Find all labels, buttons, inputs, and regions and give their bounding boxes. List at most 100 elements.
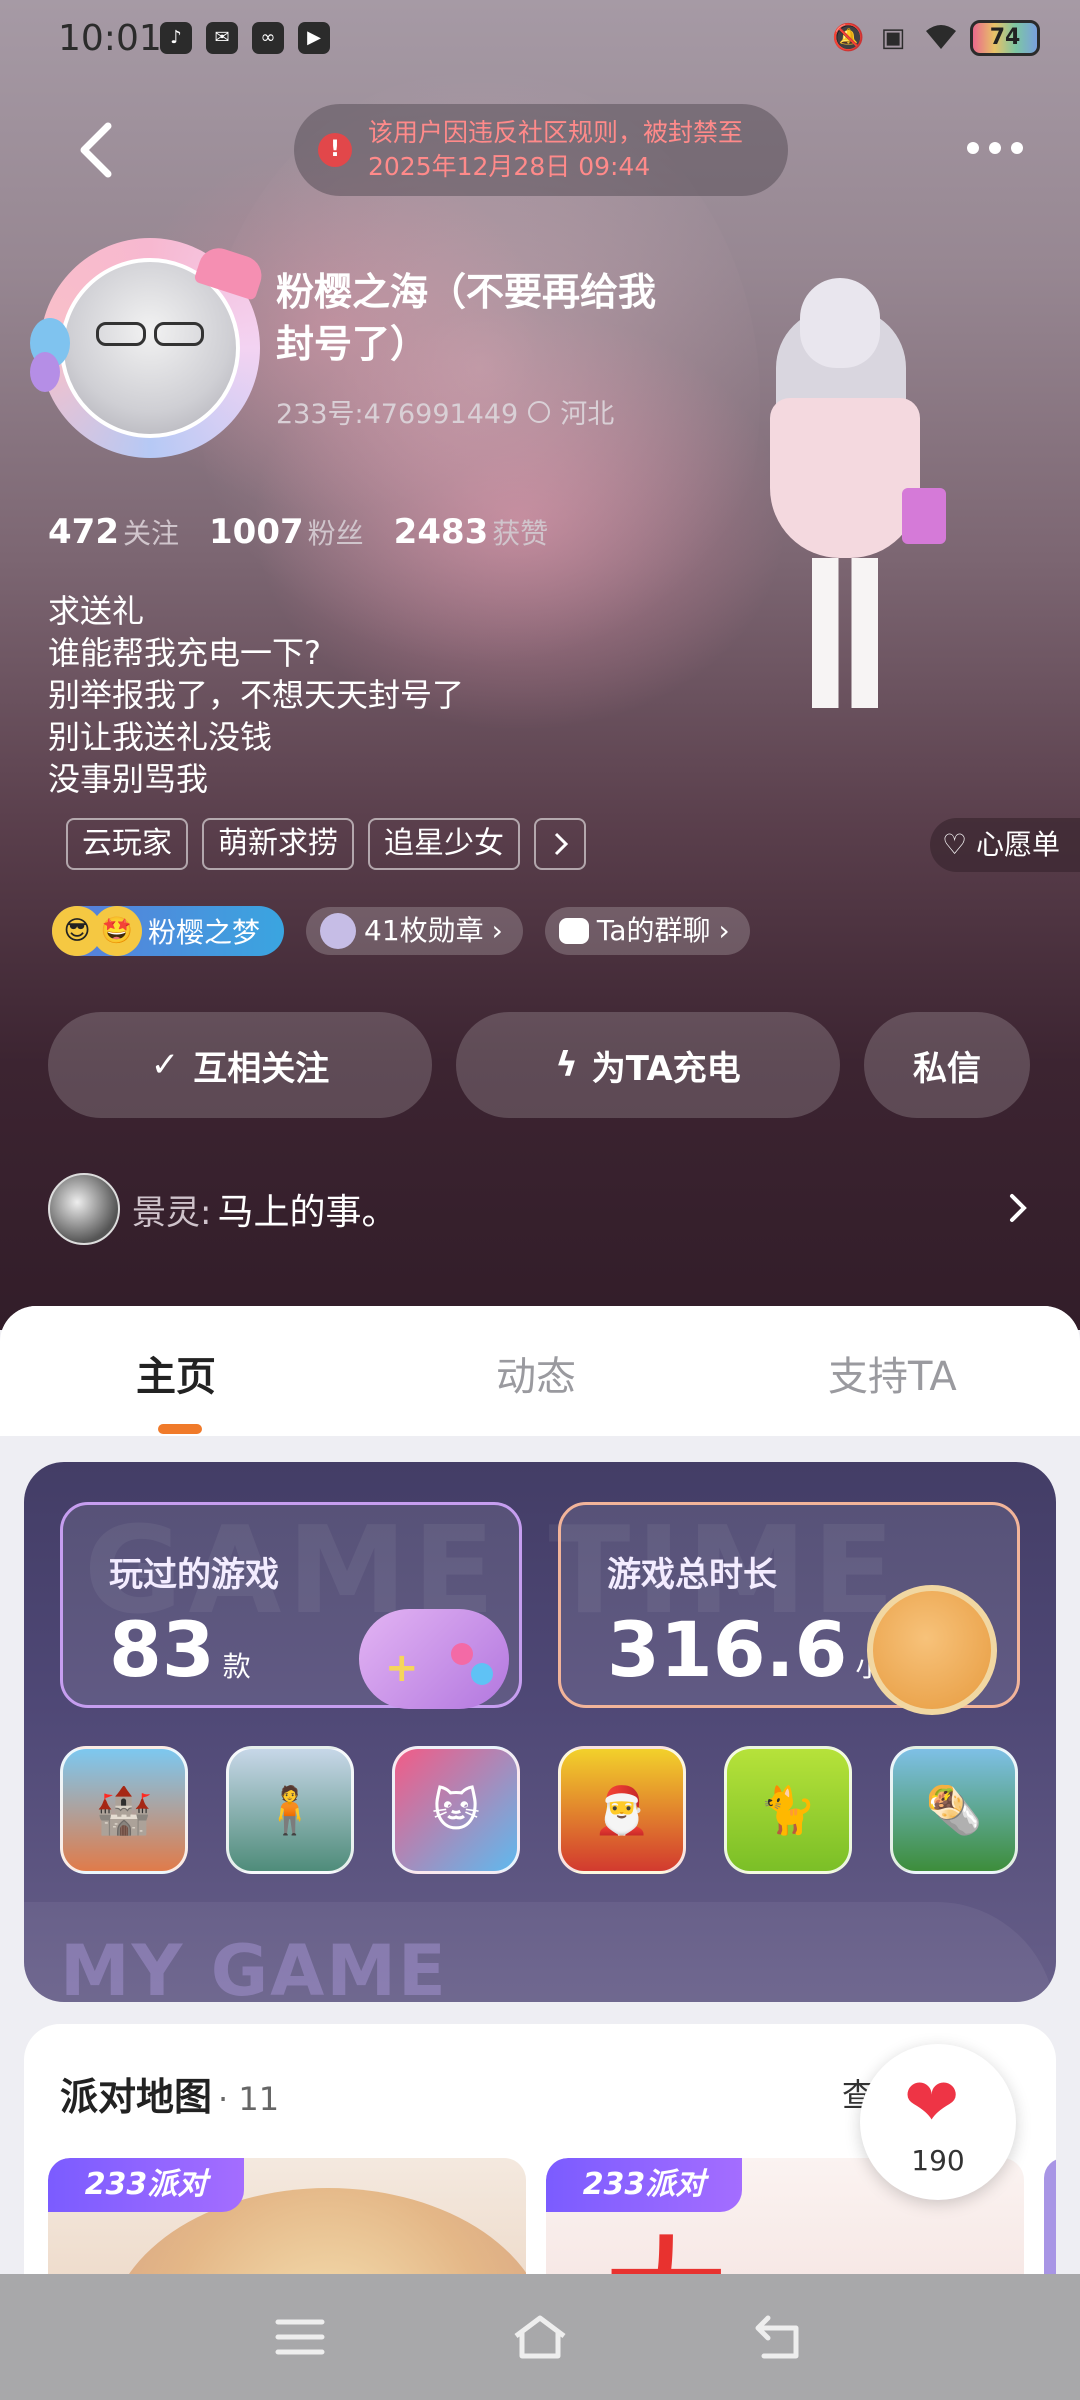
bio-line: 求送礼: [48, 592, 145, 630]
tab-bar: 主页 动态 支持TA: [0, 1306, 1080, 1436]
play-time-number: 316.6: [607, 1605, 848, 1694]
played-games-title: 玩过的游戏: [109, 1555, 279, 1595]
private-message-button[interactable]: 私信: [864, 1012, 1030, 1118]
gamepad-icon: +: [359, 1609, 509, 1709]
tag[interactable]: 追星少女: [368, 818, 520, 870]
mail-icon: ✉: [206, 22, 238, 54]
game-icon-anime-girl[interactable]: 🧍: [226, 1746, 354, 1874]
wishlist-button[interactable]: ♡ 心愿单: [930, 818, 1080, 872]
chat-icon: [558, 918, 589, 944]
status-time: 10:01: [58, 18, 162, 59]
tab-home[interactable]: 主页: [136, 1344, 216, 1402]
location-icon: [528, 400, 551, 423]
glasses-icon: [96, 322, 146, 346]
medals-button[interactable]: 41枚勋章 ›: [306, 907, 523, 955]
gamepad-button-icon: [471, 1663, 493, 1685]
tag[interactable]: 云玩家: [66, 818, 188, 870]
mutual-follow-button[interactable]: ✓ 互相关注: [48, 1012, 432, 1118]
game-icon-town[interactable]: 🏰: [60, 1746, 188, 1874]
back-button[interactable]: [70, 118, 126, 182]
content-area: 主页 动态 支持TA GAME TIME MY GAME 玩过的游戏 83 款 +…: [0, 1306, 1080, 2400]
more-dot-icon: [967, 142, 979, 154]
media-icon: ▶: [298, 22, 330, 54]
character-legs: [812, 558, 878, 708]
commenter-name: 景灵:: [132, 1192, 212, 1233]
home-icon[interactable]: [510, 2312, 570, 2362]
ban-notice: ! 该用户因违反社区规则，被封禁至 2025年12月28日 09:44: [294, 104, 788, 196]
played-count-value: 83: [109, 1605, 215, 1694]
system-nav-bar: [0, 2274, 1080, 2400]
group-chat-label: Ta的群聊: [596, 914, 711, 947]
stat-likes[interactable]: 2483 获赞: [394, 512, 549, 552]
uid-row: 233号:476991449 河北: [276, 392, 614, 431]
stat-label: 粉丝: [307, 517, 364, 550]
played-games-list: 🏰 🧍 🐱 🎅 🐈 🌯: [60, 1746, 1018, 1874]
party-map-title: 派对地图 · 11: [60, 2066, 279, 2121]
play-time-box[interactable]: 游戏总时长 316.6小时: [558, 1502, 1020, 1715]
tab-support[interactable]: 支持TA: [828, 1344, 957, 1402]
tag-list: 云玩家 萌新求捞 追星少女: [66, 818, 586, 870]
wishlist-label: 心愿单: [976, 828, 1061, 861]
bio: 求送礼 谁能帮我充电一下? 别举报我了，不想天天封号了 别让我送礼没钱 没事别骂…: [48, 590, 464, 800]
gift-icon: [902, 488, 946, 544]
more-options-button[interactable]: [960, 126, 1030, 170]
fan-badge-label: 粉樱之梦: [148, 916, 261, 949]
stat-label: 获赞: [492, 517, 549, 550]
star-eyes-emoji-icon: 🤩: [92, 906, 142, 956]
heart-icon: ❤: [904, 2064, 960, 2141]
nickname: 粉樱之海（不要再给我封号了）: [276, 270, 657, 366]
no-sim-icon: ▣: [880, 23, 906, 53]
play-time-title: 游戏总时长: [607, 1555, 777, 1595]
game-icon-talking-angela-2[interactable]: 🐱: [392, 1746, 520, 1874]
played-games-box[interactable]: 玩过的游戏 83 款 +: [60, 1502, 522, 1709]
warning-icon: !: [318, 133, 352, 167]
stat-value: 1007: [209, 512, 304, 552]
status-system-icons: 🔕 ▣ 74: [832, 20, 1040, 56]
chevron-right-icon: ›: [718, 914, 730, 947]
lightning-icon: ϟ: [555, 1045, 578, 1085]
charge-button[interactable]: ϟ 为TA充电: [456, 1012, 840, 1118]
my-game-watermark: MY GAME: [60, 1930, 448, 2002]
more-dot-icon: [1011, 142, 1023, 154]
avatar[interactable]: [30, 232, 267, 460]
bio-line: 别让我送礼没钱: [48, 718, 273, 756]
like-button[interactable]: ❤ 190: [860, 2044, 1016, 2200]
game-icon-talking-tom-friends[interactable]: 🎅: [558, 1746, 686, 1874]
group-chat-button[interactable]: Ta的群聊 ›: [544, 907, 750, 955]
fan-badge[interactable]: 😎 🤩 粉樱之梦: [52, 906, 285, 956]
play-time-value: 316.6小时: [607, 1605, 911, 1694]
game-icon-talking-tom-2[interactable]: 🐈: [724, 1746, 852, 1874]
stat-following[interactable]: 472 关注: [48, 512, 179, 552]
party-map-count: · 11: [218, 2080, 280, 2118]
chevron-right-icon: [1010, 1194, 1027, 1222]
tags-expand-button[interactable]: [534, 818, 586, 870]
tab-feed[interactable]: 动态: [496, 1344, 576, 1402]
check-icon: ✓: [150, 1045, 180, 1085]
featured-comment[interactable]: 景灵: 马上的事。: [48, 1172, 1038, 1246]
more-dot-icon: [989, 142, 1001, 154]
heart-outline-icon: ♡: [942, 828, 968, 861]
gamepad-button-icon: [451, 1643, 473, 1665]
tag[interactable]: 萌新求捞: [202, 818, 354, 870]
back-nav-icon[interactable]: [750, 2312, 810, 2362]
status-bar: 10:01 ♪ ✉ ∞ ▶ 🔕 ▣ 74: [0, 0, 1080, 80]
tab-indicator: [158, 1424, 202, 1434]
uid[interactable]: 233号:476991449: [276, 392, 518, 431]
wifi-icon: [924, 21, 956, 55]
avatar-character-model[interactable]: [750, 268, 946, 708]
character-head: [800, 278, 880, 368]
action-buttons: ✓ 互相关注 ϟ 为TA充电 私信: [48, 1012, 1030, 1118]
battery-indicator: 74: [970, 20, 1040, 56]
comment-text: 马上的事。: [217, 1192, 398, 1233]
bio-line: 没事别骂我: [48, 760, 209, 798]
status-notification-icons: ♪ ✉ ∞ ▶: [160, 22, 330, 54]
fan-badge-emoji: 😎 🤩: [52, 906, 148, 956]
stopwatch-icon: [867, 1585, 997, 1715]
stat-label: 关注: [122, 517, 179, 550]
menu-icon[interactable]: [270, 2312, 330, 2362]
game-icon-kebab[interactable]: 🌯: [890, 1746, 1018, 1874]
message-label: 私信: [913, 1048, 981, 1089]
stat-followers[interactable]: 1007 粉丝: [209, 512, 364, 552]
medals-label: 41枚勋章: [364, 914, 484, 947]
party-badge: 233派对: [546, 2158, 742, 2212]
